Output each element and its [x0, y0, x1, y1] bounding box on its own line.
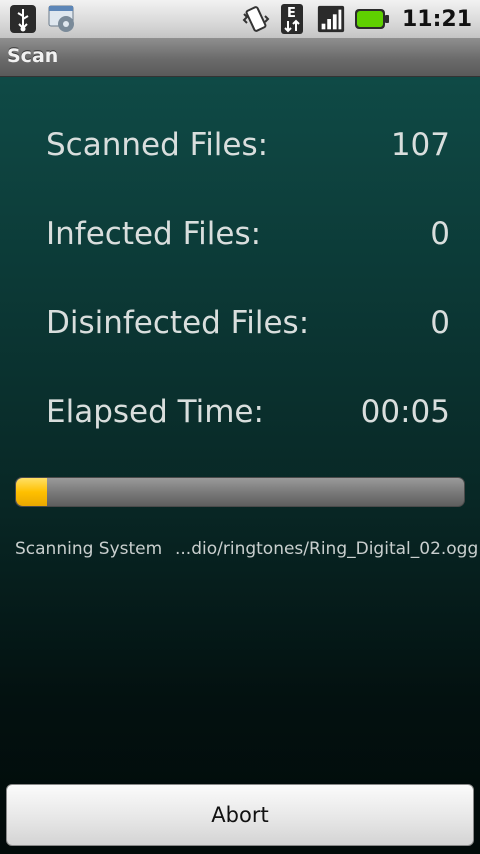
- scan-progress-bar: [15, 477, 465, 507]
- abort-button[interactable]: Abort: [6, 784, 474, 846]
- scan-current-file: ...dio/ringtones/Ring_Digital_02.ogg: [175, 539, 479, 559]
- vibrate-icon: [240, 3, 270, 35]
- network-type-label: E: [287, 6, 296, 21]
- screen: E 11:21 Scan Scanned Files: 107 Infected…: [0, 0, 480, 854]
- scan-status-label: Scanning System: [15, 539, 163, 559]
- scanned-files-value: 107: [390, 127, 450, 163]
- scan-status: Scanning System ...dio/ringtones/Ring_Di…: [15, 539, 478, 559]
- elapsed-time-label: Elapsed Time:: [46, 394, 264, 430]
- scan-panel: Scanned Files: 107 Infected Files: 0 Dis…: [0, 77, 480, 854]
- battery-icon: [354, 3, 390, 35]
- status-bar: E 11:21: [0, 0, 480, 39]
- settings-gear-icon: [48, 3, 78, 35]
- infected-files-label: Infected Files:: [46, 216, 262, 252]
- usb-icon: [8, 3, 38, 35]
- scanned-files-label: Scanned Files:: [46, 127, 269, 163]
- clock: 11:21: [401, 6, 472, 32]
- edge-data-icon: E: [278, 3, 308, 35]
- disinfected-files-row: Disinfected Files: 0: [46, 298, 450, 348]
- elapsed-time-row: Elapsed Time: 00:05: [46, 387, 450, 437]
- signal-icon: [316, 3, 346, 35]
- page-title: Scan: [7, 45, 59, 67]
- disinfected-files-value: 0: [430, 305, 450, 341]
- infected-files-value: 0: [430, 216, 450, 252]
- title-bar: Scan: [0, 38, 480, 77]
- scanned-files-row: Scanned Files: 107: [46, 120, 450, 170]
- scan-progress-fill: [16, 478, 48, 506]
- disinfected-files-label: Disinfected Files:: [46, 305, 310, 341]
- infected-files-row: Infected Files: 0: [46, 209, 450, 259]
- elapsed-time-value: 00:05: [360, 394, 450, 430]
- abort-button-label: Abort: [211, 803, 269, 827]
